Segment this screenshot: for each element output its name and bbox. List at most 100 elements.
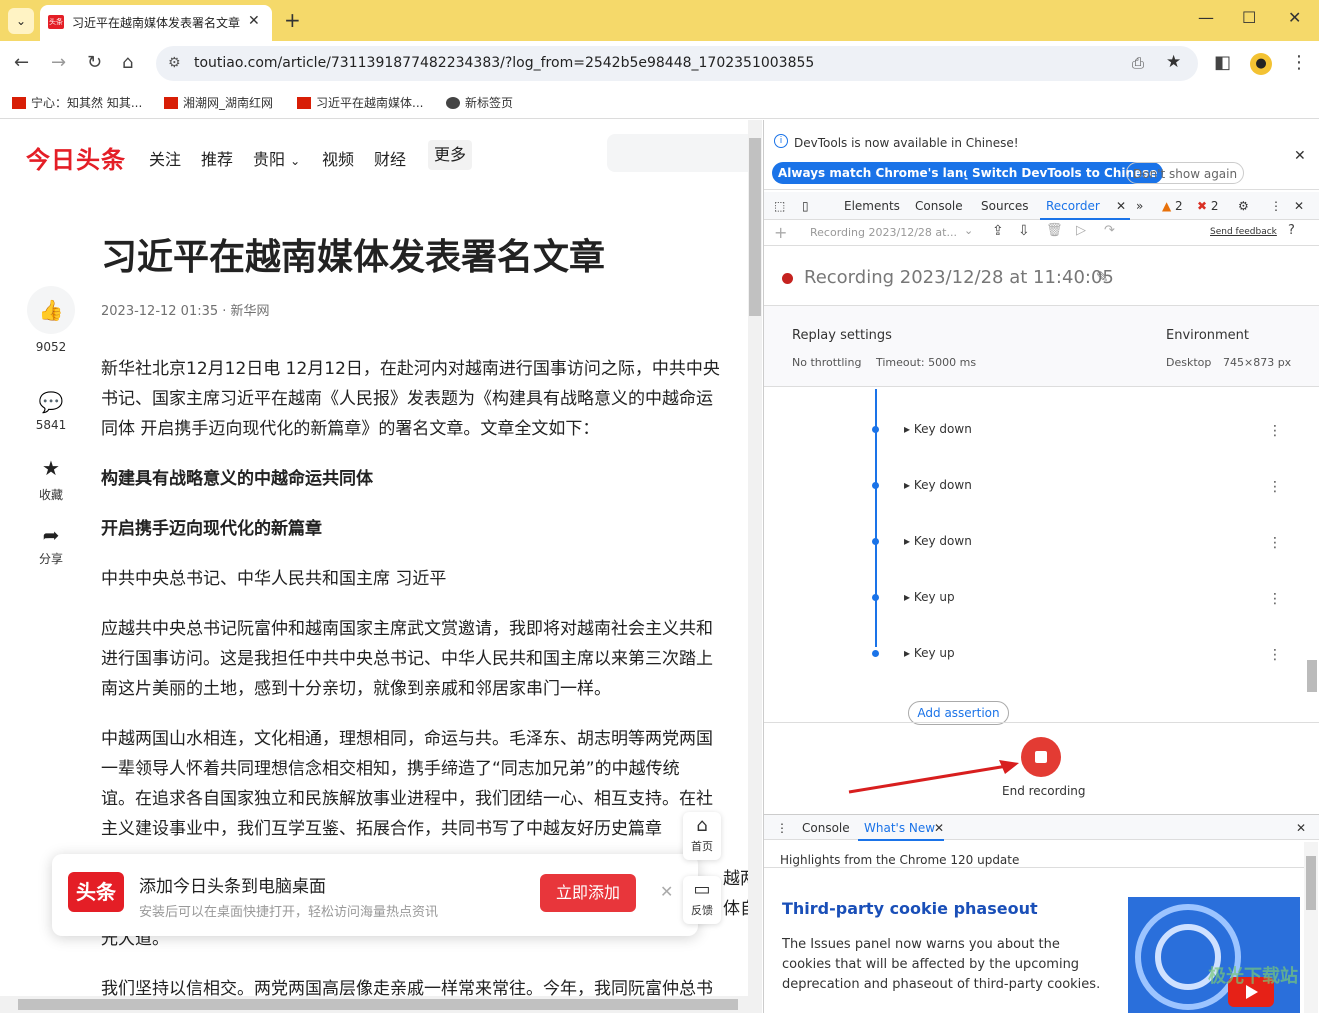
close-window-icon[interactable]: ✕ (1288, 8, 1301, 27)
nav-item-city[interactable]: 贵阳 ⌄ (253, 146, 300, 170)
step-menu-icon[interactable]: ⋮ (1268, 423, 1282, 439)
nav-item-finance[interactable]: 财经 (374, 146, 406, 170)
maximize-icon[interactable]: ☐ (1242, 8, 1256, 27)
bookmark-item[interactable]: 习近平在越南媒体... (297, 94, 423, 111)
drawer-tab-console[interactable]: Console (802, 821, 850, 835)
like-button[interactable]: 👍 (27, 286, 75, 334)
step-menu-icon[interactable]: ⋮ (1268, 591, 1282, 607)
nav-more-button[interactable]: 更多 (428, 140, 472, 170)
page-scrollbar-thumb[interactable] (749, 138, 761, 316)
add-now-button[interactable]: 立即添加 (540, 874, 636, 912)
close-drawer-icon[interactable]: ✕ (1296, 821, 1306, 835)
close-tab-icon[interactable]: ✕ (1116, 199, 1126, 213)
web-page: 今日头条 关注 推荐 贵阳 ⌄ 视频 财经 更多 习近平在越南媒体发表署名文章 … (0, 120, 748, 996)
side-panel-icon[interactable]: ◧ (1214, 52, 1231, 73)
tab-recorder[interactable]: Recorder (1046, 199, 1100, 213)
devtools-menu-icon[interactable]: ⋮ (1270, 199, 1282, 213)
help-icon[interactable]: ? (1288, 223, 1295, 238)
recording-select[interactable]: Recording 2023/12/28 at... (810, 226, 957, 239)
profile-avatar[interactable]: ● (1250, 53, 1272, 75)
inspect-icon[interactable]: ⬚ (774, 199, 785, 213)
timeout-value[interactable]: Timeout: 5000 ms (876, 356, 976, 369)
step-menu-icon[interactable]: ⋮ (1268, 647, 1282, 663)
close-devtools-icon[interactable]: ✕ (1294, 199, 1304, 213)
step-item[interactable]: ▸ Key up (904, 590, 955, 604)
tab-sources[interactable]: Sources (981, 199, 1028, 213)
step-dot (872, 594, 879, 601)
share-icon[interactable]: ➦ (27, 523, 75, 547)
browser-tab-active[interactable]: 头条 习近平在越南媒体发表署名文章 ✕ (40, 5, 272, 41)
minimize-icon[interactable]: — (1198, 8, 1214, 27)
step-dot (872, 538, 879, 545)
new-tab-button[interactable]: + (284, 8, 301, 32)
bookmark-item[interactable]: 新标签页 (446, 94, 513, 111)
edit-pencil-icon[interactable]: ✎ (1096, 268, 1109, 286)
device-toggle-icon[interactable]: ▯ (802, 199, 809, 213)
star-icon[interactable]: ★ (27, 456, 75, 480)
more-tabs-icon[interactable]: » (1136, 199, 1143, 213)
import-icon[interactable]: ⇩ (1018, 223, 1030, 239)
chevron-down-icon: ⌄ (964, 224, 974, 237)
tab-elements[interactable]: Elements (844, 199, 900, 213)
error-icon[interactable]: ✖ 2 (1197, 199, 1219, 213)
warning-icon[interactable]: ▲ 2 (1162, 199, 1183, 213)
drawer-tab-whats-new[interactable]: What's New (864, 821, 935, 835)
bookmark-item[interactable]: 湘潮网_湖南红网 (164, 94, 273, 111)
whats-new-title[interactable]: Third-party cookie phaseout (782, 899, 1038, 918)
feedback-float-button[interactable]: ▭ 反馈 (683, 876, 721, 924)
add-recording-icon[interactable]: + (774, 223, 787, 242)
close-icon[interactable]: ✕ (1294, 148, 1306, 164)
nav-item-follow[interactable]: 关注 (149, 146, 181, 170)
address-bar[interactable]: ⚙ toutiao.com/article/731139187748223438… (156, 46, 1198, 81)
back-icon[interactable]: ← (14, 52, 29, 73)
step-dot (872, 482, 879, 489)
nav-item-video[interactable]: 视频 (322, 146, 354, 170)
divider (764, 722, 1319, 723)
settings-gear-icon[interactable]: ⚙ (1238, 199, 1249, 213)
step-item[interactable]: ▸ Key up (904, 646, 955, 660)
close-icon[interactable]: ✕ (660, 882, 673, 901)
send-feedback-link[interactable]: Send feedback (1210, 227, 1277, 237)
page-horizontal-scrollbar-thumb[interactable] (18, 999, 738, 1010)
step-item[interactable]: ▸ Key down (904, 422, 972, 436)
nav-item-recommend[interactable]: 推荐 (201, 146, 233, 170)
forward-icon[interactable]: → (51, 52, 66, 73)
recording-indicator-icon (782, 273, 793, 284)
comment-icon[interactable]: 💬 (27, 390, 75, 414)
install-app-icon[interactable]: ⎙ (1132, 54, 1144, 72)
redo-icon[interactable]: ↷ (1104, 223, 1115, 238)
add-to-desktop-banner: 头条 添加今日头条到电脑桌面 安装后可以在桌面快捷打开，轻松访问海量热点资讯 立… (52, 854, 698, 936)
bookmark-star-icon[interactable]: ★ (1166, 52, 1181, 72)
step-item[interactable]: ▸ Key down (904, 534, 972, 548)
home-icon[interactable]: ⌂ (122, 52, 133, 73)
tab-console[interactable]: Console (915, 199, 963, 213)
dont-show-button[interactable]: Don't show again (1126, 162, 1245, 184)
reload-icon[interactable]: ↻ (87, 52, 102, 73)
export-icon[interactable]: ⇪ (992, 223, 1004, 239)
step-item[interactable]: ▸ Key down (904, 478, 972, 492)
close-tab-icon[interactable]: ✕ (934, 821, 944, 835)
throttling-value[interactable]: No throttling (792, 356, 861, 369)
article-title: 习近平在越南媒体发表署名文章 (101, 237, 606, 278)
drawer-menu-icon[interactable]: ⋮ (776, 821, 788, 835)
whats-new-thumbnail[interactable] (1128, 897, 1300, 1013)
bookmark-item[interactable]: 宁心：知其然 知其... (12, 94, 142, 111)
collect-label: 收藏 (38, 488, 63, 502)
tab-search-button[interactable]: ⌄ (8, 8, 34, 34)
site-logo[interactable]: 今日头条 (26, 140, 126, 175)
search-input[interactable] (607, 134, 748, 172)
active-tab-indicator (858, 839, 944, 841)
url-text[interactable]: toutiao.com/article/7311391877482234383/… (194, 55, 814, 71)
replay-icon[interactable]: ▷ (1076, 223, 1086, 238)
step-menu-icon[interactable]: ⋮ (1268, 535, 1282, 551)
end-recording-button[interactable] (1021, 737, 1061, 777)
drawer-scrollbar-thumb[interactable] (1306, 856, 1316, 910)
home-float-button[interactable]: ⌂ 首页 (683, 812, 721, 860)
steps-scrollbar-thumb[interactable] (1307, 660, 1317, 692)
close-tab-icon[interactable]: ✕ (248, 13, 260, 29)
site-info-icon[interactable]: ⚙ (168, 55, 181, 71)
menu-dots-icon[interactable]: ⋮ (1290, 52, 1308, 73)
delete-icon[interactable]: 🗑 (1046, 223, 1063, 238)
language-infobar: i DevTools is now available in Chinese! … (764, 120, 1319, 190)
step-menu-icon[interactable]: ⋮ (1268, 479, 1282, 495)
